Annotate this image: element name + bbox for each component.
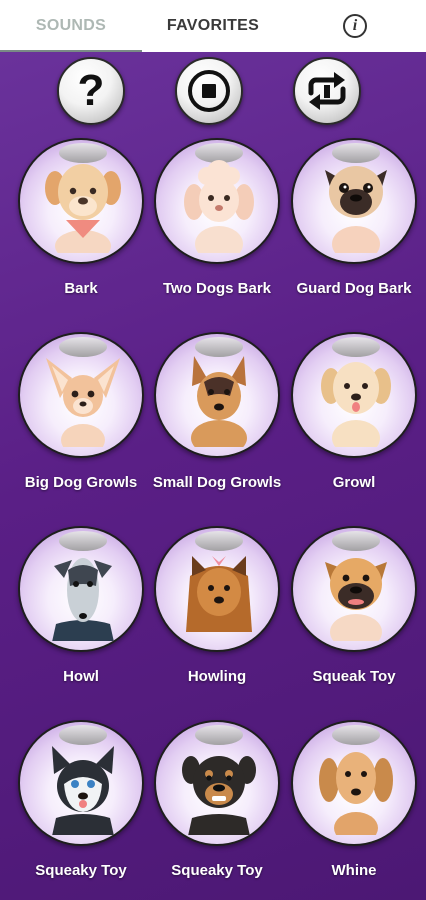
german-shepherd-icon	[191, 356, 247, 447]
info-icon: i	[343, 14, 367, 38]
tab-sounds-label: SOUNDS	[35, 17, 107, 34]
sound-bubble	[291, 138, 417, 264]
repeat-button[interactable]	[293, 57, 361, 125]
sound-bubble	[18, 720, 144, 846]
sound-label: Two Dogs Bark	[162, 280, 272, 297]
sound-board: ? Bark Two Dogs Bark Guard Dog Bark Big …	[0, 52, 426, 900]
husky-icon	[52, 746, 114, 835]
sound-bubble	[18, 332, 144, 458]
sound-label: Squeaky Toy	[171, 862, 263, 879]
stop-icon	[188, 70, 230, 112]
sound-bubble	[154, 526, 280, 652]
sound-label: Whine	[331, 862, 377, 879]
sound-tile-squeaky-toy-2[interactable]: Squeaky Toy	[149, 720, 285, 900]
labrador-puppy-icon	[45, 164, 121, 253]
sound-tile-squeak-toy[interactable]: Squeak Toy	[286, 526, 422, 716]
sound-tile-two-dogs-bark[interactable]: Two Dogs Bark	[149, 138, 285, 328]
pug-icon	[325, 166, 387, 253]
dachshund-icon	[319, 752, 393, 835]
sound-tile-guard-dog-bark[interactable]: Guard Dog Bark	[286, 138, 422, 328]
sound-label: Howl	[63, 668, 99, 685]
golden-retriever-icon	[321, 362, 391, 447]
tab-sounds[interactable]: SOUNDS	[0, 0, 142, 52]
sound-label: Small Dog Growls	[152, 474, 282, 491]
sound-tile-howling[interactable]: Howling	[149, 526, 285, 716]
sound-tile-small-dog-growls[interactable]: Small Dog Growls	[149, 332, 285, 522]
sound-label: Howling	[187, 668, 247, 685]
greyhound-icon	[52, 558, 114, 641]
question-mark-icon: ?	[77, 66, 105, 115]
sound-bubble	[18, 138, 144, 264]
info-button[interactable]: i	[284, 0, 426, 52]
sound-tile-howl[interactable]: Howl	[13, 526, 149, 716]
sound-bubble	[154, 332, 280, 458]
tab-favorites-label: FAVORITES	[166, 17, 260, 34]
sound-label: Big Dog Growls	[24, 474, 138, 491]
sound-bubble	[154, 720, 280, 846]
sound-tile-whine[interactable]: Whine	[286, 720, 422, 900]
sound-tile-big-dog-growls[interactable]: Big Dog Growls	[13, 332, 149, 522]
sound-tile-bark[interactable]: Bark	[13, 138, 149, 328]
repeat-icon	[308, 72, 346, 110]
sound-label: Bark	[64, 280, 98, 297]
sound-label: Growl	[332, 474, 376, 491]
sound-tile-squeaky-toy[interactable]: Squeaky Toy	[13, 720, 149, 900]
help-button[interactable]: ?	[57, 57, 125, 125]
chihuahua-icon	[46, 358, 120, 447]
sound-bubble	[291, 526, 417, 652]
sound-bubble	[291, 332, 417, 458]
sound-label: Squeak Toy	[312, 668, 396, 685]
sound-label: Guard Dog Bark	[296, 280, 412, 297]
sound-bubble	[18, 526, 144, 652]
tab-bar: SOUNDS FAVORITES i	[0, 0, 426, 52]
stop-button[interactable]	[175, 57, 243, 125]
yorkshire-terrier-icon	[186, 556, 252, 632]
sound-bubble	[154, 138, 280, 264]
tab-favorites[interactable]: FAVORITES	[142, 0, 284, 52]
rottweiler-icon	[182, 756, 256, 835]
sound-label: Squeaky Toy	[35, 862, 127, 879]
sound-bubble	[291, 720, 417, 846]
poodle-icon	[184, 160, 254, 253]
boxer-icon	[325, 558, 387, 641]
sound-tile-growl[interactable]: Growl	[286, 332, 422, 522]
